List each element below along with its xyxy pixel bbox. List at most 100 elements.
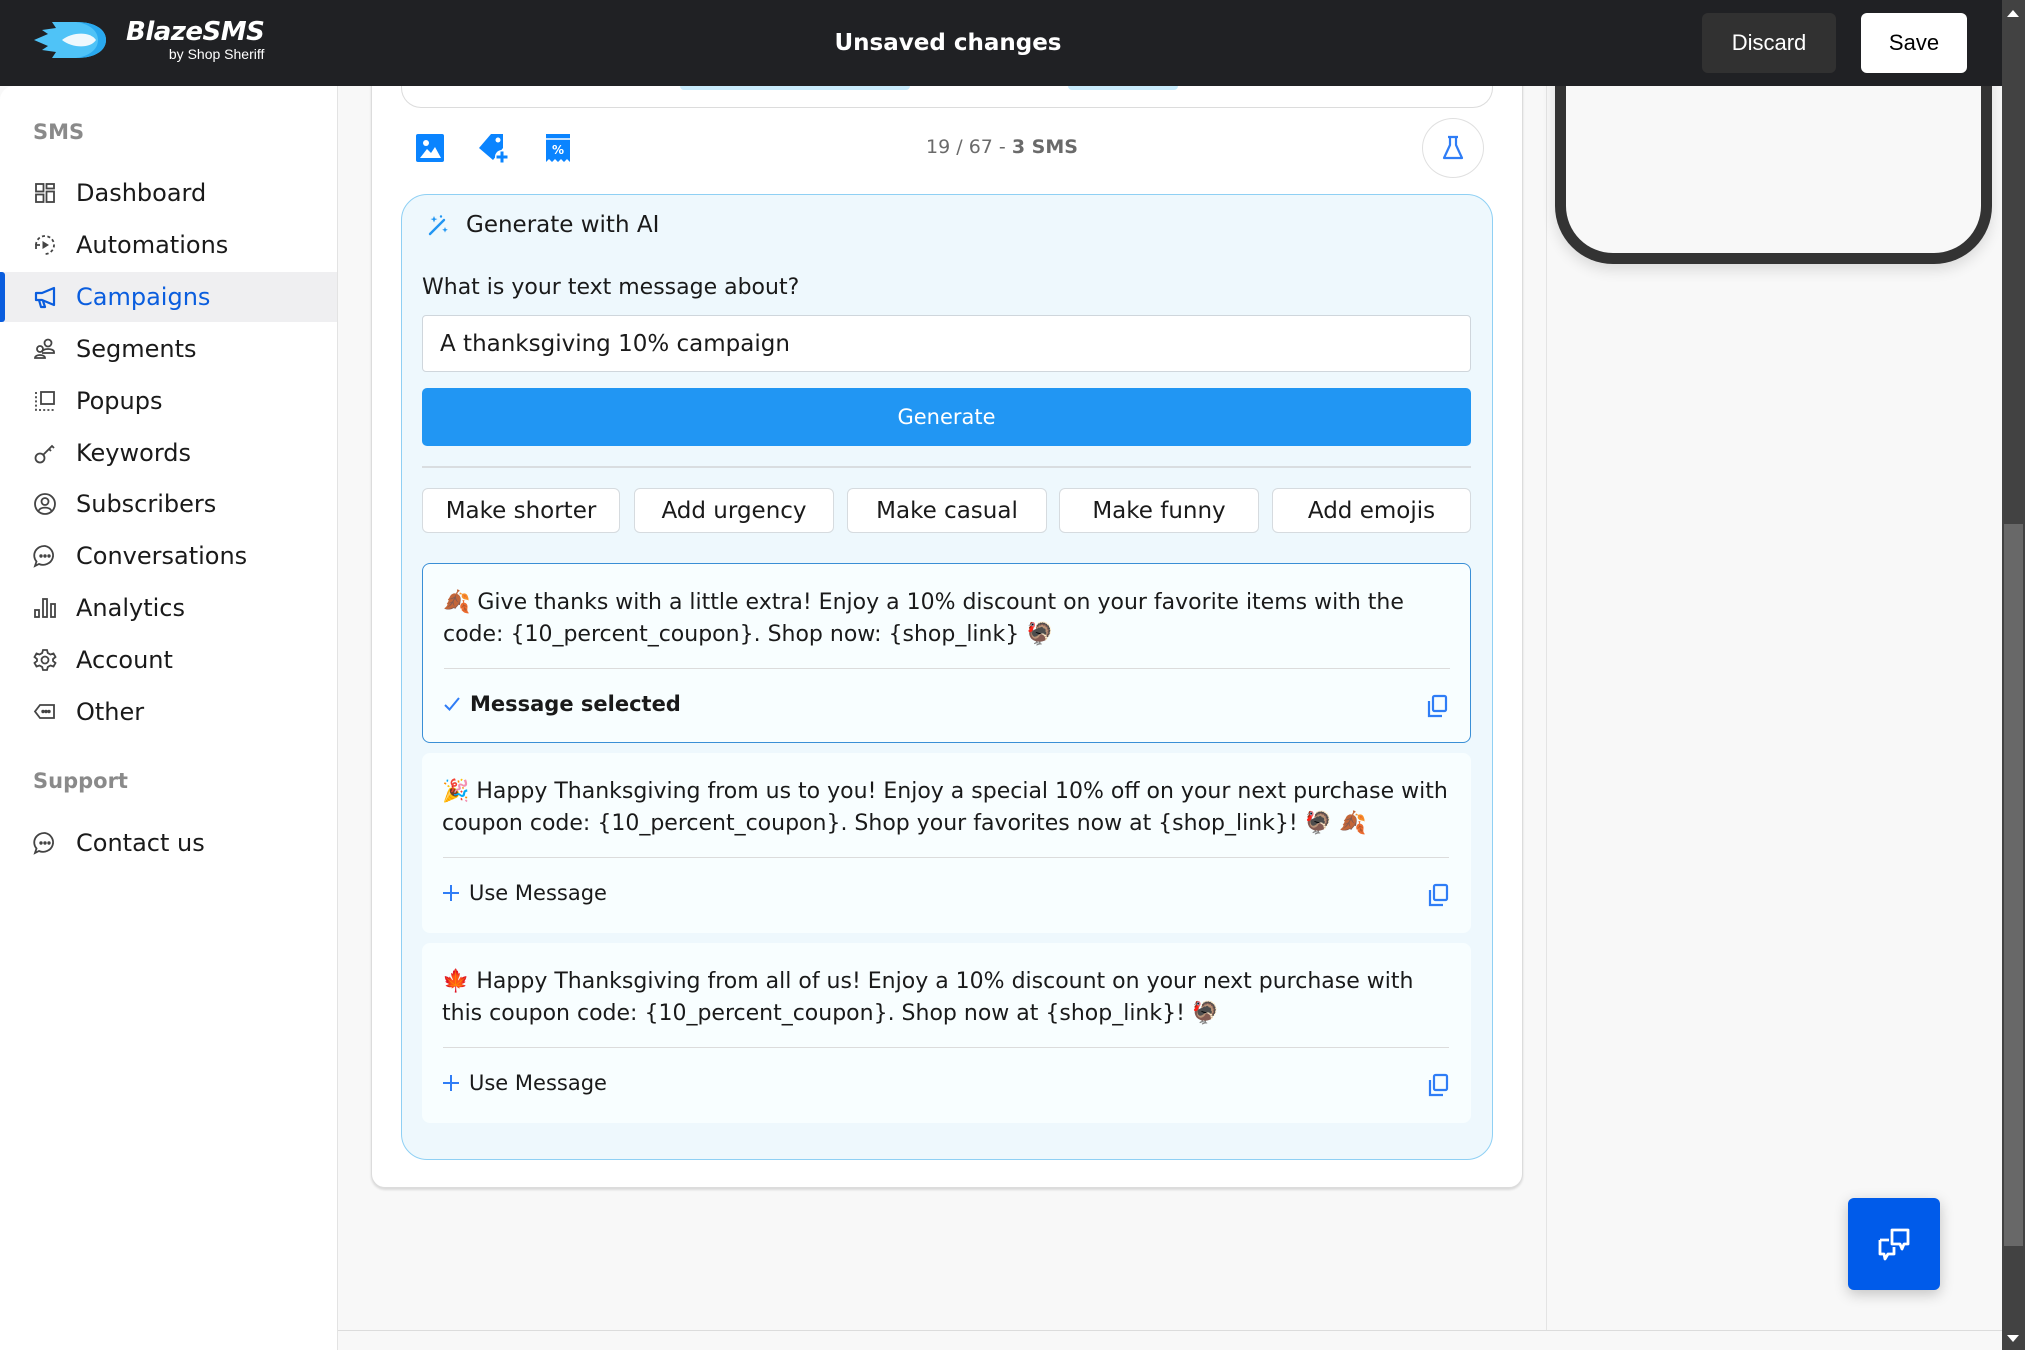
top-bar: BlazeSMS by Shop Sheriff Unsaved changes…	[0, 0, 2002, 86]
make-shorter-button[interactable]: Make shorter	[422, 488, 620, 533]
copy-icon[interactable]	[1427, 883, 1449, 907]
ai-panel-title: Generate with AI	[466, 212, 660, 238]
variable-chip	[1068, 86, 1178, 90]
sidebar-item-dashboard[interactable]: Dashboard	[0, 168, 337, 218]
message-text: 🍂 Give thanks with a little extra! Enjoy…	[443, 590, 1404, 647]
make-funny-button[interactable]: Make funny	[1059, 488, 1259, 533]
key-icon	[32, 440, 58, 466]
sidebar-item-campaigns[interactable]: Campaigns	[0, 272, 337, 322]
ai-message-option[interactable]: 🍁 Happy Thanksgiving from all of us! Enj…	[422, 943, 1471, 1123]
divider	[338, 1330, 2002, 1331]
ai-prompt-input[interactable]	[422, 315, 1471, 372]
page-status-title: Unsaved changes	[0, 30, 1900, 56]
character-count: 19 / 67	[926, 136, 993, 158]
character-counter: 19 / 67 - 3 SMS	[800, 136, 1204, 158]
ai-message-option[interactable]: 🍂 Give thanks with a little extra! Enjoy…	[422, 563, 1471, 743]
sidebar-item-label: Automations	[76, 231, 229, 259]
image-icon	[416, 134, 444, 162]
sidebar-item-label: Subscribers	[76, 490, 217, 518]
sidebar-item-segments[interactable]: Segments	[0, 324, 337, 374]
sms-count: 3 SMS	[1011, 136, 1078, 158]
sidebar-item-contact-us[interactable]: Contact us	[0, 818, 337, 868]
ai-message-option[interactable]: 🎉 Happy Thanksgiving from us to you! Enj…	[422, 753, 1471, 933]
sidebar-item-subscribers[interactable]: Subscribers	[0, 479, 337, 529]
sidebar-item-conversations[interactable]: Conversations	[0, 531, 337, 581]
chat-bubble-icon	[32, 830, 58, 856]
sidebar-item-analytics[interactable]: Analytics	[0, 583, 337, 633]
add-urgency-button[interactable]: Add urgency	[634, 488, 834, 533]
add-emojis-button[interactable]: Add emojis	[1272, 488, 1471, 533]
insert-discount-button[interactable]: %	[542, 132, 574, 164]
flask-icon	[1442, 135, 1464, 160]
sidebar-item-label: Segments	[76, 335, 197, 363]
use-message-button[interactable]: Use Message	[442, 1071, 607, 1095]
brand-logo[interactable]: BlazeSMS by Shop Sheriff	[32, 17, 265, 62]
message-text: 🎉 Happy Thanksgiving from us to you! Enj…	[442, 779, 1448, 836]
message-text: 🍁 Happy Thanksgiving from all of us! Enj…	[442, 969, 1414, 1026]
bar-chart-icon	[32, 595, 58, 621]
sidebar: SMS Dashboard Automations Campaigns Segm…	[0, 86, 338, 1350]
brand-subtitle: by Shop Sheriff	[168, 46, 265, 62]
divider	[444, 668, 1450, 669]
message-selected-indicator: Message selected	[443, 692, 681, 716]
divider	[422, 466, 1471, 468]
sidebar-item-label: Dashboard	[76, 179, 207, 207]
sidebar-item-label: Keywords	[76, 439, 192, 467]
sidebar-item-other[interactable]: Other	[0, 687, 337, 737]
scroll-down-arrow-icon[interactable]	[2007, 1335, 2019, 1342]
discard-button[interactable]: Discard	[1702, 13, 1836, 73]
scrollbar-thumb[interactable]	[2004, 524, 2023, 1246]
sidebar-item-account[interactable]: Account	[0, 635, 337, 685]
sidebar-item-label: Campaigns	[76, 283, 211, 311]
tag-icon	[32, 699, 58, 725]
sidebar-item-keywords[interactable]: Keywords	[0, 428, 337, 478]
sidebar-item-popups[interactable]: Popups	[0, 376, 337, 426]
chat-bubbles-icon	[1878, 1228, 1910, 1261]
message-action-label: Message selected	[470, 692, 681, 716]
divider	[443, 857, 1449, 858]
sidebar-section-support: Support	[33, 769, 128, 793]
variable-chip	[680, 86, 910, 90]
gear-icon	[32, 647, 58, 673]
discount-coupon-icon: %	[546, 134, 570, 162]
segments-icon	[32, 336, 58, 362]
sidebar-item-label: Other	[76, 698, 145, 726]
copy-icon[interactable]	[1426, 694, 1448, 718]
ai-panel-header: Generate with AI	[426, 212, 659, 238]
popups-icon	[32, 388, 58, 414]
message-action-label: Use Message	[469, 1071, 607, 1095]
megaphone-icon	[32, 284, 58, 310]
chat-bubble-icon	[32, 543, 58, 569]
sidebar-item-automations[interactable]: Automations	[0, 220, 337, 270]
divider	[1546, 86, 1547, 1330]
sidebar-section-sms: SMS	[33, 120, 85, 144]
magic-wand-icon	[428, 215, 448, 236]
svg-text:%: %	[552, 143, 564, 157]
support-chat-button[interactable]	[1848, 1198, 1940, 1290]
user-circle-icon	[32, 491, 58, 517]
dashboard-icon	[32, 180, 58, 206]
plus-icon	[443, 1075, 459, 1091]
test-message-button[interactable]	[1422, 118, 1484, 178]
message-action-label: Use Message	[469, 881, 607, 905]
save-button[interactable]: Save	[1861, 13, 1967, 73]
scroll-up-arrow-icon[interactable]	[2007, 10, 2019, 17]
vertical-scrollbar[interactable]	[2002, 0, 2025, 1350]
sidebar-item-label: Analytics	[76, 594, 185, 622]
brand-name: BlazeSMS	[126, 17, 265, 47]
generate-button[interactable]: Generate	[422, 388, 1471, 446]
insert-image-button[interactable]	[414, 132, 446, 164]
insert-tag-button[interactable]	[478, 132, 510, 164]
make-casual-button[interactable]: Make casual	[847, 488, 1047, 533]
sidebar-item-label: Conversations	[76, 542, 248, 570]
sidebar-item-label: Contact us	[76, 829, 205, 857]
copy-icon[interactable]	[1427, 1073, 1449, 1097]
automations-icon	[32, 232, 58, 258]
divider	[443, 1047, 1449, 1048]
tag-plus-icon	[479, 134, 509, 164]
counter-separator: -	[992, 136, 1012, 158]
sidebar-item-label: Account	[76, 646, 173, 674]
sidebar-item-label: Popups	[76, 387, 163, 415]
blaze-comet-icon	[34, 22, 106, 58]
use-message-button[interactable]: Use Message	[442, 881, 607, 905]
